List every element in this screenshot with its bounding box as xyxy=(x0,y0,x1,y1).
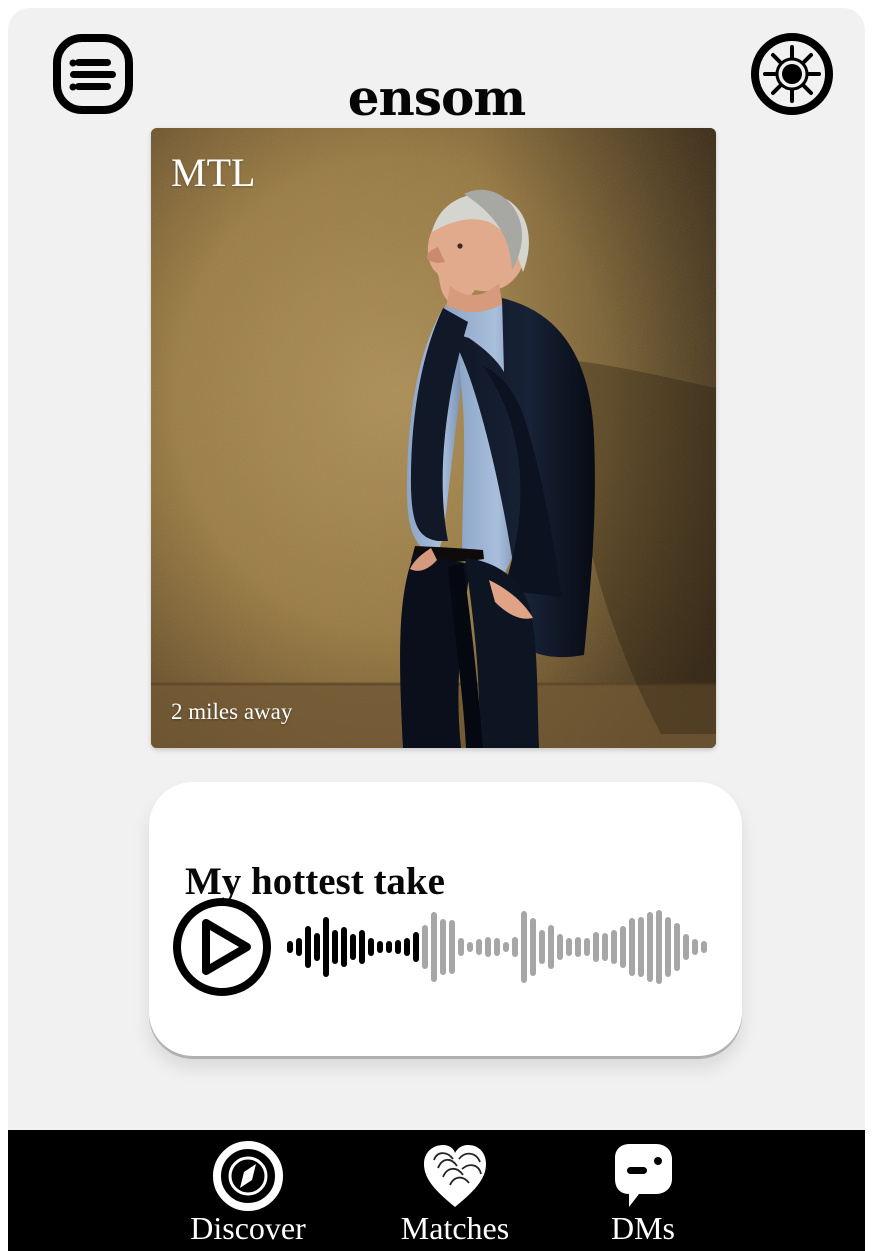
play-button[interactable] xyxy=(171,896,273,998)
waveform-bar-unplayed xyxy=(557,934,563,960)
waveform-bar-played xyxy=(296,938,302,956)
waveform-bar-unplayed xyxy=(611,930,617,964)
nav-discover-label: Discover xyxy=(190,1210,306,1246)
waveform-bar-unplayed xyxy=(593,932,599,962)
waveform-bar-unplayed xyxy=(701,941,707,953)
waveform-bar-played xyxy=(332,930,338,964)
nav-dms-label: DMs xyxy=(610,1210,675,1246)
waveform-bars xyxy=(287,910,707,984)
waveform-bar-unplayed xyxy=(656,910,662,984)
waveform-bar-unplayed xyxy=(629,918,635,976)
waveform-bar-played xyxy=(377,941,383,953)
waveform-bar-played xyxy=(350,934,356,960)
waveform-bar-unplayed xyxy=(422,925,428,969)
waveform-bar-played xyxy=(368,938,374,956)
waveform-bar-unplayed xyxy=(683,934,689,960)
waveform-bar-unplayed xyxy=(494,938,500,956)
compass-icon xyxy=(213,1141,283,1211)
sun-icon xyxy=(751,33,833,115)
nav-matches[interactable]: Matches xyxy=(375,1136,535,1246)
profile-card[interactable]: MTL 2 miles away xyxy=(151,128,716,748)
waveform-bar-unplayed xyxy=(638,917,644,977)
discover-screen: ensom MTL 2 miles away My hottest take D… xyxy=(8,8,865,1251)
waveform-bar-unplayed xyxy=(530,918,536,976)
waveform-bar-unplayed xyxy=(458,938,464,956)
waveform-bar-played xyxy=(305,926,311,968)
waveform-icon xyxy=(287,910,707,984)
heart-stack-icon xyxy=(424,1145,486,1207)
waveform-bar-unplayed xyxy=(539,930,545,964)
waveform-bar-unplayed xyxy=(440,919,446,975)
waveform-bar-unplayed xyxy=(512,937,518,957)
waveform-bar-unplayed xyxy=(548,925,554,969)
app-window: ensom MTL 2 miles away My hottest take D… xyxy=(0,0,873,1251)
waveform-bar-played xyxy=(386,941,392,953)
waveform-bar-unplayed xyxy=(566,938,572,956)
voice-prompt-card[interactable]: My hottest take xyxy=(149,782,742,1056)
waveform-bar-unplayed xyxy=(431,912,437,982)
waveform-bar-unplayed xyxy=(674,923,680,971)
waveform-bar-unplayed xyxy=(503,942,509,952)
profile-distance: 2 miles away xyxy=(171,699,293,724)
waveform-bar-played xyxy=(323,917,329,977)
waveform-bar-played xyxy=(404,938,410,956)
waveform-bar-unplayed xyxy=(485,937,491,957)
waveform-bar-unplayed xyxy=(692,939,698,955)
waveform-bar-played xyxy=(395,940,401,954)
waveform-bar-unplayed xyxy=(575,937,581,957)
theme-button[interactable] xyxy=(750,32,834,116)
waveform-bar-unplayed xyxy=(449,920,455,974)
waveform-bar-unplayed xyxy=(647,912,653,982)
bottom-navigation: Discover Matches DMs xyxy=(8,1130,865,1251)
play-icon xyxy=(173,898,271,996)
profile-name: MTL xyxy=(171,150,256,195)
waveform-bar-unplayed xyxy=(665,917,671,977)
waveform-bar-played xyxy=(314,933,320,961)
waveform-bar-unplayed xyxy=(467,942,473,952)
waveform-bar-played xyxy=(359,930,365,964)
nav-discover[interactable]: Discover xyxy=(168,1136,328,1246)
waveform-bar-unplayed xyxy=(602,933,608,961)
nav-matches-label: Matches xyxy=(400,1210,510,1246)
brand-title: ensom xyxy=(347,67,527,127)
waveform-bar-played xyxy=(287,941,293,953)
nav-dms[interactable]: DMs xyxy=(563,1136,723,1246)
waveform-bar-played xyxy=(341,927,347,967)
profile-photo xyxy=(151,128,716,748)
waveform-bar-played xyxy=(413,932,419,962)
message-bubble-icon xyxy=(615,1144,672,1207)
waveform-bar-unplayed xyxy=(584,938,590,956)
waveform-bar-unplayed xyxy=(521,911,527,983)
waveform-bar-unplayed xyxy=(620,926,626,968)
waveform-bar-unplayed xyxy=(476,939,482,955)
